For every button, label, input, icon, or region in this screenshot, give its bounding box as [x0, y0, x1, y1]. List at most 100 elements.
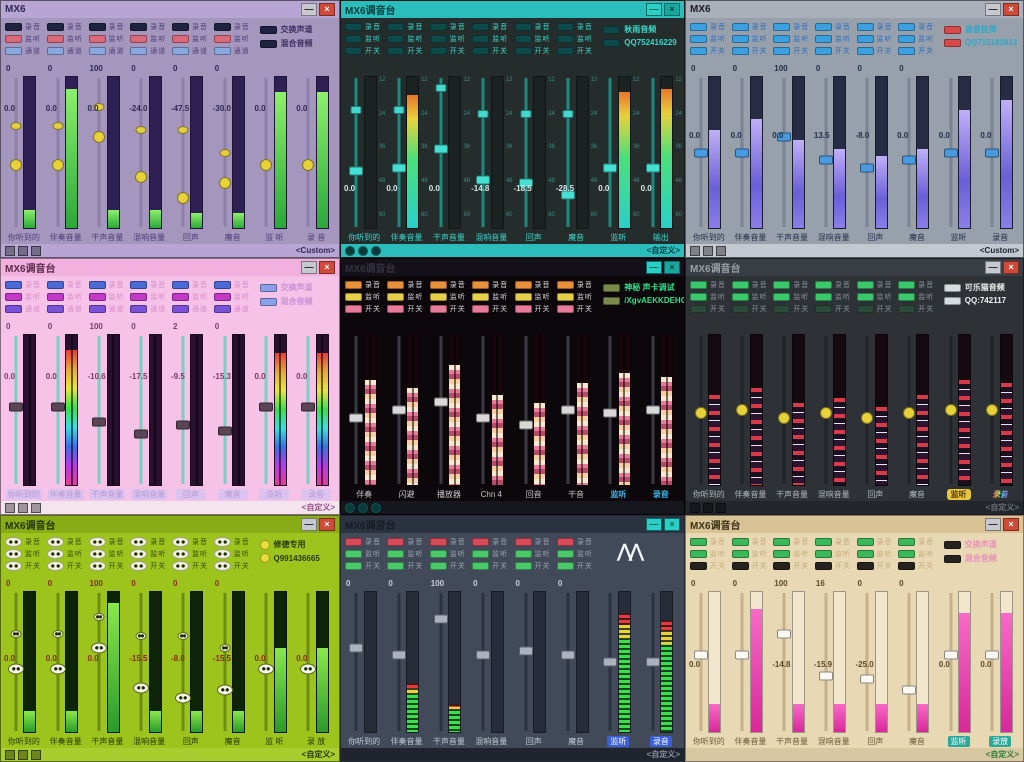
monitor-button[interactable]	[898, 293, 915, 301]
switch-button[interactable]	[345, 305, 362, 313]
fader-knob[interactable]	[392, 406, 406, 415]
fader-track[interactable]	[904, 76, 913, 229]
switch-button[interactable]	[214, 305, 231, 313]
record-button[interactable]	[387, 23, 404, 31]
switch-button[interactable]	[172, 561, 189, 571]
fader-knob[interactable]	[175, 692, 191, 703]
fader-knob[interactable]	[93, 131, 105, 143]
switch-button[interactable]	[47, 561, 64, 571]
preset-selector[interactable]: <Custom>	[980, 246, 1019, 255]
monitor-button[interactable]	[690, 293, 707, 301]
fader-track[interactable]	[648, 76, 657, 229]
monitor-button[interactable]	[89, 293, 106, 301]
fader-knob[interactable]	[519, 421, 533, 430]
control-button[interactable]	[345, 503, 355, 513]
record-button[interactable]	[557, 281, 574, 289]
fader-track[interactable]	[606, 76, 615, 229]
fader-track[interactable]	[11, 334, 20, 486]
close-button[interactable]: ×	[664, 261, 680, 274]
fader-knob[interactable]	[778, 412, 790, 424]
pan-knob[interactable]	[219, 644, 230, 652]
pan-knob[interactable]	[10, 630, 21, 638]
switch-button[interactable]	[857, 562, 874, 570]
monitor-button[interactable]	[130, 35, 147, 43]
fader-track[interactable]	[564, 591, 573, 733]
control-button[interactable]	[703, 503, 713, 513]
monitor-button[interactable]	[857, 293, 874, 301]
fader-track[interactable]	[352, 591, 361, 733]
record-button[interactable]	[472, 23, 489, 31]
record-button[interactable]	[732, 281, 749, 289]
close-button[interactable]: ×	[664, 518, 680, 531]
fader-knob[interactable]	[8, 664, 24, 675]
record-button[interactable]	[515, 538, 532, 546]
fader-track[interactable]	[606, 334, 615, 486]
pan-knob[interactable]	[136, 126, 147, 134]
fader-knob[interactable]	[777, 629, 791, 638]
preset-selector[interactable]: <自定义>	[647, 245, 680, 256]
monitor-button[interactable]	[898, 550, 915, 558]
fader-knob[interactable]	[561, 650, 575, 659]
option-button[interactable]	[260, 40, 277, 48]
record-button[interactable]	[690, 538, 707, 546]
record-button[interactable]	[690, 281, 707, 289]
monitor-button[interactable]	[47, 549, 64, 559]
fader-knob[interactable]	[694, 650, 708, 659]
fader-knob[interactable]	[219, 177, 231, 189]
close-button[interactable]: ×	[1003, 518, 1019, 531]
fader-track[interactable]	[11, 76, 20, 229]
record-button[interactable]	[47, 281, 64, 289]
switch-button[interactable]	[515, 47, 532, 55]
fader-track[interactable]	[53, 334, 62, 486]
fader-knob[interactable]	[177, 192, 189, 204]
option-button[interactable]	[260, 298, 277, 306]
switch-button[interactable]	[773, 47, 790, 55]
fader-knob[interactable]	[985, 148, 999, 157]
fader-track[interactable]	[352, 76, 361, 229]
option-button[interactable]	[260, 284, 277, 292]
fader-track[interactable]	[521, 591, 530, 733]
control-button[interactable]	[31, 750, 41, 760]
monitor-button[interactable]	[690, 550, 707, 558]
switch-button[interactable]	[214, 47, 231, 55]
monitor-button[interactable]	[89, 35, 106, 43]
monitor-button[interactable]	[345, 293, 362, 301]
monitor-button[interactable]	[773, 35, 790, 43]
fader-knob[interactable]	[10, 159, 22, 171]
fader-knob[interactable]	[52, 159, 64, 171]
record-button[interactable]	[732, 538, 749, 546]
pan-knob[interactable]	[177, 632, 188, 640]
switch-button[interactable]	[690, 47, 707, 55]
fader-track[interactable]	[262, 76, 271, 229]
record-button[interactable]	[857, 23, 874, 31]
record-button[interactable]	[773, 23, 790, 31]
switch-button[interactable]	[430, 47, 447, 55]
record-button[interactable]	[472, 281, 489, 289]
control-button[interactable]	[5, 750, 15, 760]
fader-track[interactable]	[394, 591, 403, 733]
monitor-button[interactable]	[472, 293, 489, 301]
pan-knob[interactable]	[520, 110, 531, 118]
fader-knob[interactable]	[217, 685, 233, 696]
switch-button[interactable]	[515, 305, 532, 313]
fader-track[interactable]	[394, 334, 403, 486]
record-button[interactable]	[172, 537, 189, 547]
record-button[interactable]	[815, 281, 832, 289]
preset-selector[interactable]: <Custom>	[296, 246, 335, 255]
record-button[interactable]	[898, 538, 915, 546]
option-button[interactable]	[944, 541, 961, 549]
switch-button[interactable]	[345, 47, 362, 55]
record-button[interactable]	[430, 281, 447, 289]
monitor-button[interactable]	[815, 35, 832, 43]
fader-knob[interactable]	[260, 159, 272, 171]
fader-knob[interactable]	[349, 166, 363, 175]
fader-track[interactable]	[53, 76, 62, 229]
switch-button[interactable]	[5, 561, 22, 571]
fader-track[interactable]	[821, 76, 830, 229]
monitor-button[interactable]	[172, 293, 189, 301]
fader-knob[interactable]	[135, 171, 147, 183]
record-button[interactable]	[89, 537, 106, 547]
record-button[interactable]	[732, 23, 749, 31]
record-button[interactable]	[172, 23, 189, 31]
monitor-button[interactable]	[857, 35, 874, 43]
